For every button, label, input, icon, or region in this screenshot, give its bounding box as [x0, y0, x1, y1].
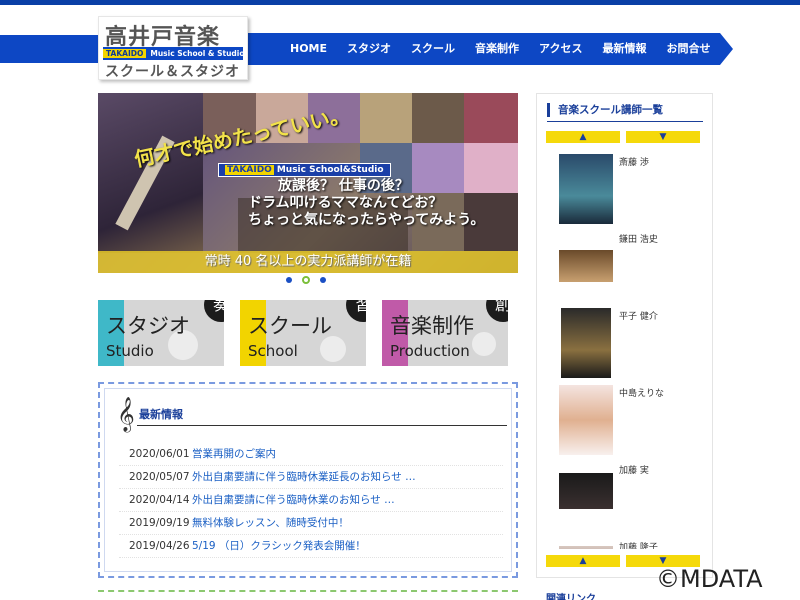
- slider-dot[interactable]: [286, 277, 292, 283]
- news-date: 2020/04/14: [129, 494, 190, 506]
- hero-photo-tile: [360, 93, 412, 143]
- teacher-item[interactable]: 中島えりな: [557, 382, 707, 459]
- news-title: 最新情報: [139, 408, 183, 421]
- slider-dot-active[interactable]: [302, 276, 310, 284]
- tile-title: スクール: [248, 314, 332, 338]
- news-link[interactable]: 5/19 （日）クラシック発表会開催！: [192, 540, 366, 552]
- tile-title: 音楽制作: [390, 314, 474, 338]
- tile-badge: 創: [486, 300, 508, 322]
- teacher-photo: [559, 385, 613, 455]
- nav-item-contact[interactable]: お問合せ: [656, 40, 720, 58]
- scroll-down-button[interactable]: ▼: [626, 131, 700, 143]
- teacher-photo: [561, 308, 611, 378]
- teacher-name: 中島えりな: [619, 389, 665, 399]
- teacher-item[interactable]: 平子 健介: [557, 305, 707, 382]
- tile-subtitle: School: [248, 342, 298, 360]
- teacher-photo: [559, 473, 613, 509]
- hero-photo-tile: [464, 93, 518, 143]
- nav-menu: HOME スタジオ スクール 音楽制作 アクセス 最新情報 お問合せ: [280, 40, 720, 58]
- nav-item-access[interactable]: アクセス: [529, 40, 592, 58]
- news-date: 2020/05/07: [129, 471, 190, 483]
- news-link[interactable]: 無料体験レッスン、随時受付中！: [192, 517, 349, 529]
- tile-badge: 習: [346, 300, 366, 322]
- links-section-title: 関連リンク: [546, 594, 596, 600]
- hero-copy-3: ちょっと気になったらやってみよう。: [248, 212, 485, 228]
- news-link[interactable]: 外出自粛要請に伴う臨時休業のお知らせ …: [192, 494, 395, 506]
- hero-badge-right: Music School&Studio: [276, 165, 384, 175]
- sidebar-title: 音楽スクール講師一覧: [547, 103, 663, 117]
- teacher-name: 加藤 実: [619, 466, 649, 476]
- nav-item-school[interactable]: スクール: [401, 40, 465, 58]
- scroll-up-button[interactable]: ▲: [546, 131, 620, 143]
- teacher-name: 加藤 隆子: [619, 543, 658, 549]
- news-date: 2019/09/19: [129, 517, 190, 529]
- news-list: 2020/06/01 営業再開のご案内 2020/05/07 外出自粛要請に伴う臨時…: [119, 443, 503, 558]
- next-section-border: [98, 590, 518, 600]
- logo-subtitle: スクール＆スタジオ: [105, 64, 240, 80]
- nav-item-production[interactable]: 音楽制作: [465, 40, 529, 58]
- teacher-photo: [559, 546, 613, 549]
- scroll-up-button-bottom[interactable]: ▲: [546, 555, 620, 567]
- news-panel-inner: 𝄞 最新情報 2020/06/01 営業再開のご案内 2020/05/07 外出自粛…: [104, 388, 512, 572]
- news-item[interactable]: 2019/09/19 無料体験レッスン、随時受付中！: [119, 512, 503, 535]
- navbar-left-bar: [0, 35, 100, 63]
- tile-title: スタジオ: [106, 314, 190, 338]
- top-stripe: [0, 0, 800, 5]
- teacher-list: 斎藤 渉 鎌田 浩史 平子 健介 中島えりな 加藤 実 加藤 隆子: [557, 151, 707, 549]
- hero-badge-left: TAKAIDO: [225, 165, 274, 175]
- teacher-item[interactable]: 加藤 隆子: [557, 536, 707, 549]
- logo-band-left: TAKAIDO: [103, 49, 147, 58]
- news-divider: [137, 425, 507, 426]
- slider-dots: [286, 276, 326, 284]
- teacher-name: 平子 健介: [619, 312, 658, 322]
- teacher-photo: [559, 250, 613, 282]
- nav-item-studio[interactable]: スタジオ: [337, 40, 401, 58]
- hero-banner: 常時 40 名以上の実力派講師が在籍: [98, 251, 518, 273]
- logo-band: TAKAIDO Music School & Studio: [103, 47, 243, 60]
- teacher-item[interactable]: 鎌田 浩史: [557, 228, 707, 305]
- tile-badge: 奏: [204, 300, 224, 322]
- news-item[interactable]: 2020/06/01 営業再開のご案内: [119, 443, 503, 466]
- logo-band-right: Music School & Studio: [150, 49, 243, 58]
- page: HOME スタジオ スクール 音楽制作 アクセス 最新情報 お問合せ 高井戸音楽…: [0, 0, 800, 600]
- teacher-item[interactable]: 加藤 実: [557, 459, 707, 536]
- site-logo[interactable]: 高井戸音楽 TAKAIDO Music School & Studio スクール＆…: [98, 16, 248, 80]
- teacher-name: 斎藤 渉: [619, 158, 649, 168]
- news-date: 2020/06/01: [129, 448, 190, 460]
- news-panel: 𝄞 最新情報 2020/06/01 営業再開のご案内 2020/05/07 外出自粛…: [98, 382, 518, 578]
- news-item[interactable]: 2020/05/07 外出自粛要請に伴う臨時休業延長のお知らせ …: [119, 466, 503, 489]
- news-item[interactable]: 2020/04/14 外出自粛要請に伴う臨時休業のお知らせ …: [119, 489, 503, 512]
- copyright-watermark: ©MDATA: [656, 565, 763, 593]
- nav-item-news[interactable]: 最新情報: [592, 40, 656, 58]
- hero-slider[interactable]: 何才で始めたっていい。 TAKAIDO Music School&Studio 放…: [98, 93, 518, 273]
- teacher-photo: [559, 154, 613, 224]
- tile-studio[interactable]: スタジオ Studio 奏: [98, 300, 224, 366]
- teacher-sidebar: 音楽スクール講師一覧 ▲ ▼ 斎藤 渉 鎌田 浩史 平子 健介 中島えりな 加藤…: [536, 93, 713, 578]
- hero-photo-tile: [412, 93, 464, 143]
- news-date: 2019/04/26: [129, 540, 190, 552]
- tile-production[interactable]: 音楽制作 Production 創: [382, 300, 508, 366]
- tile-subtitle: Production: [390, 342, 470, 360]
- tile-school[interactable]: スクール School 習: [240, 300, 366, 366]
- news-link[interactable]: 外出自粛要請に伴う臨時休業延長のお知らせ …: [192, 471, 416, 483]
- hero-photo-tile: [412, 143, 464, 193]
- slider-dot[interactable]: [320, 277, 326, 283]
- treble-clef-icon: 𝄞: [117, 397, 135, 432]
- hero-photo-tile: [464, 143, 518, 193]
- news-link[interactable]: 営業再開のご案内: [192, 448, 276, 460]
- sidebar-divider: [547, 121, 703, 122]
- tile-decoration: [472, 332, 496, 356]
- nav-item-home[interactable]: HOME: [280, 40, 337, 58]
- teacher-item[interactable]: 斎藤 渉: [557, 151, 707, 228]
- tile-subtitle: Studio: [106, 342, 154, 360]
- teacher-name: 鎌田 浩史: [619, 235, 658, 245]
- news-item[interactable]: 2019/04/26 5/19 （日）クラシック発表会開催！: [119, 535, 503, 558]
